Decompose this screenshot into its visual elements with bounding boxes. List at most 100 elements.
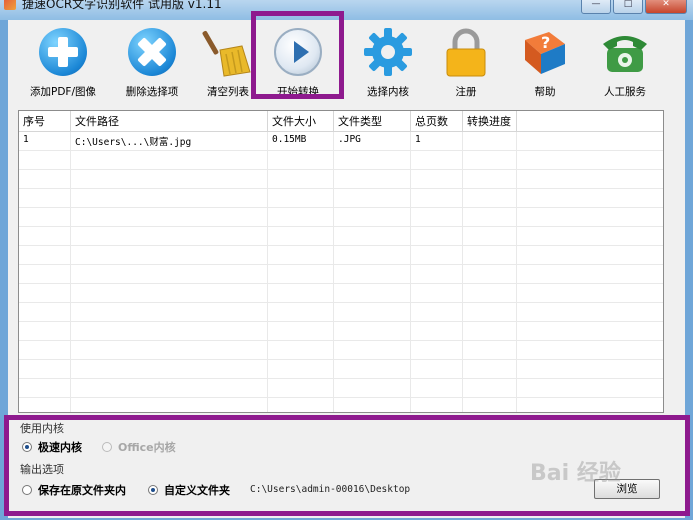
delete-selected-label: 删除选择项 [125,86,179,98]
empty-cell [334,303,411,321]
empty-cell [334,170,411,188]
help-book-icon: ? [519,26,571,78]
empty-cell [517,360,663,378]
empty-cell [19,208,71,226]
register-button[interactable]: 注册 [440,26,492,104]
empty-cell [334,284,411,302]
table-header: 序号 文件路径 文件大小 文件类型 总页数 转换进度 [19,111,663,132]
empty-table-row [19,341,663,360]
empty-cell [334,227,411,245]
column-header[interactable]: 总页数 [411,111,463,131]
empty-cell [411,170,463,188]
close-button[interactable]: ✕ [645,0,687,14]
empty-table-row [19,170,663,189]
empty-table-row [19,246,663,265]
empty-cell [411,227,463,245]
empty-cell [411,360,463,378]
empty-cell [463,303,517,321]
empty-cell [71,246,268,264]
empty-cell [19,284,71,302]
empty-table-row [19,303,663,322]
options-highlight [4,415,690,516]
empty-cell [463,398,517,412]
empty-cell [463,265,517,283]
empty-cell [517,265,663,283]
empty-cell [334,265,411,283]
empty-cell [71,303,268,321]
empty-cell [463,284,517,302]
empty-cell [19,322,71,340]
empty-table-row [19,151,663,170]
svg-text:?: ? [541,33,550,52]
add-pdf-image-button[interactable]: 添加PDF/图像 [20,26,106,104]
empty-table-row [19,379,663,398]
empty-cell [19,151,71,169]
empty-cell [268,208,334,226]
empty-cell [463,322,517,340]
column-header [517,111,663,131]
empty-cell [71,189,268,207]
empty-cell [411,303,463,321]
empty-cell [268,284,334,302]
help-button[interactable]: ? 帮助 [518,26,572,104]
empty-cell [334,189,411,207]
select-kernel-label: 选择内核 [367,86,409,98]
empty-cell [19,341,71,359]
empty-cell [517,151,663,169]
main-window: 添加PDF/图像 删除选择项 清空列表 开始转换 选择内核 注册 ? 帮助 人工… [4,11,690,518]
empty-cell [411,265,463,283]
empty-cell [334,246,411,264]
empty-cell [517,379,663,397]
empty-cell [463,227,517,245]
lock-icon [440,26,492,78]
empty-cell [268,379,334,397]
title-bar: 捷速OCR文字识别软件 试用版 v1.11 — □ ✕ [0,0,693,20]
empty-cell [19,379,71,397]
empty-cell [71,341,268,359]
empty-cell [19,360,71,378]
gear-icon [362,26,414,78]
manual-service-button[interactable]: 人工服务 [596,26,654,104]
table-row[interactable]: 1 C:\Users\...\财富.jpg 0.15MB .JPG 1 [19,132,663,151]
empty-cell [411,398,463,412]
column-header[interactable]: 文件大小 [268,111,334,131]
column-header[interactable]: 文件路径 [71,111,268,131]
empty-cell [517,189,663,207]
empty-cell [19,227,71,245]
maximize-button[interactable]: □ [613,0,643,14]
cell-blank [517,132,663,150]
column-header[interactable]: 转换进度 [463,111,517,131]
select-kernel-button[interactable]: 选择内核 [358,26,418,104]
empty-cell [411,189,463,207]
file-table[interactable]: 序号 文件路径 文件大小 文件类型 总页数 转换进度 1 C:\Users\..… [18,110,664,413]
toolbar: 添加PDF/图像 删除选择项 清空列表 开始转换 选择内核 注册 ? 帮助 人工… [8,11,685,106]
empty-cell [411,341,463,359]
empty-cell [517,246,663,264]
empty-cell [463,246,517,264]
empty-cell [19,303,71,321]
empty-table-row [19,227,663,246]
app-icon [4,0,16,10]
empty-cell [268,398,334,412]
minimize-button[interactable]: — [581,0,611,14]
empty-cell [71,398,268,412]
cell-page-count: 1 [411,132,463,150]
delete-selected-button[interactable]: 删除选择项 [112,26,192,104]
empty-cell [517,284,663,302]
empty-cell [517,227,663,245]
empty-cell [463,379,517,397]
empty-cell [268,170,334,188]
add-icon [37,26,89,78]
cell-progress [463,132,517,150]
empty-table-row [19,360,663,379]
empty-cell [71,170,268,188]
column-header[interactable]: 文件类型 [334,111,411,131]
empty-cell [411,151,463,169]
column-header[interactable]: 序号 [19,111,71,131]
empty-cell [19,170,71,188]
broom-icon [202,26,254,78]
empty-cell [19,189,71,207]
empty-cell [463,360,517,378]
empty-cell [411,379,463,397]
empty-cell [463,170,517,188]
